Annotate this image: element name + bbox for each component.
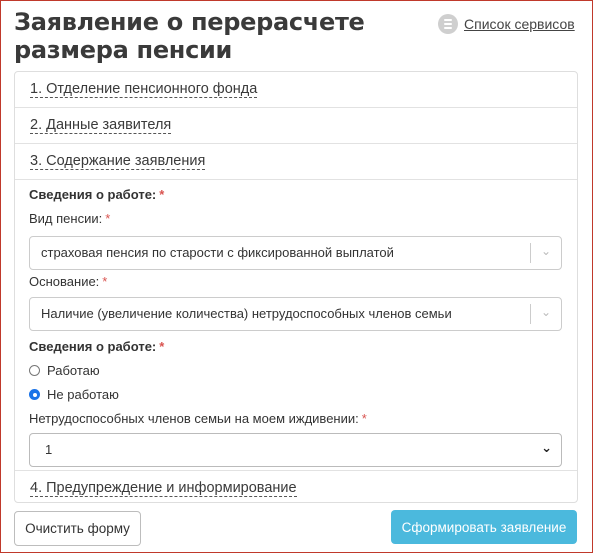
basis-label: Основание: * (29, 274, 108, 289)
section-header-applicant[interactable]: 2. Данные заявителя (15, 108, 577, 144)
dependents-label: Нетрудоспособных членов семьи на моем иж… (29, 411, 367, 426)
work-info-label: Сведения о работе: * (29, 187, 165, 202)
work-status-label: Сведения о работе: * (29, 339, 165, 354)
section-title[interactable]: 4. Предупреждение и информирование (30, 480, 297, 497)
form-accordion: 1. Отделение пенсионного фонда 2. Данные… (14, 71, 578, 503)
select-separator (530, 304, 531, 324)
required-mark: * (159, 339, 165, 354)
section-header-warning[interactable]: 4. Предупреждение и информирование (15, 471, 577, 502)
radio-working[interactable]: Работаю (29, 363, 100, 378)
section-header-content[interactable]: 3. Содержание заявления (15, 144, 577, 180)
chevron-down-icon[interactable]: ⌄ (541, 305, 551, 319)
radio-button[interactable] (29, 365, 40, 376)
radio-label[interactable]: Работаю (47, 363, 100, 378)
pension-type-label: Вид пенсии: * (29, 211, 111, 226)
dependents-value: 1 (45, 442, 53, 457)
section-title[interactable]: 1. Отделение пенсионного фонда (30, 81, 258, 98)
required-mark: * (361, 411, 367, 426)
page-title: Заявление о перерасчете размера пенсии (14, 8, 365, 64)
required-mark: * (102, 274, 108, 289)
required-mark: * (105, 211, 111, 226)
section-title[interactable]: 3. Содержание заявления (30, 153, 206, 170)
clear-form-button[interactable]: Очистить форму (14, 511, 141, 546)
radio-not-working[interactable]: Не работаю (29, 387, 119, 402)
radio-button-selected[interactable] (29, 389, 40, 400)
pension-type-select[interactable]: страховая пенсия по старости с фиксирова… (29, 236, 562, 270)
select-separator (530, 243, 531, 263)
section-header-department[interactable]: 1. Отделение пенсионного фонда (15, 72, 577, 108)
submit-button[interactable]: Сформировать заявление (391, 510, 577, 544)
required-mark: * (159, 187, 165, 202)
basis-select[interactable]: Наличие (увеличение количества) нетрудос… (29, 297, 562, 331)
list-icon (438, 14, 458, 34)
chevron-down-icon[interactable]: ⌄ (541, 440, 552, 456)
radio-label[interactable]: Не работаю (47, 387, 119, 402)
services-link-label[interactable]: Список сервисов (464, 16, 575, 32)
chevron-down-icon[interactable]: ⌄ (541, 244, 551, 258)
dependents-select[interactable]: 1 ⌄ (29, 433, 562, 467)
section-title[interactable]: 2. Данные заявителя (30, 117, 172, 134)
pension-type-value: страховая пенсия по старости с фиксирова… (41, 245, 394, 260)
section-body-content: Сведения о работе: * Вид пенсии: * страхов… (15, 180, 577, 471)
services-link[interactable]: Список сервисов (438, 14, 575, 34)
basis-value: Наличие (увеличение количества) нетрудос… (41, 306, 452, 321)
